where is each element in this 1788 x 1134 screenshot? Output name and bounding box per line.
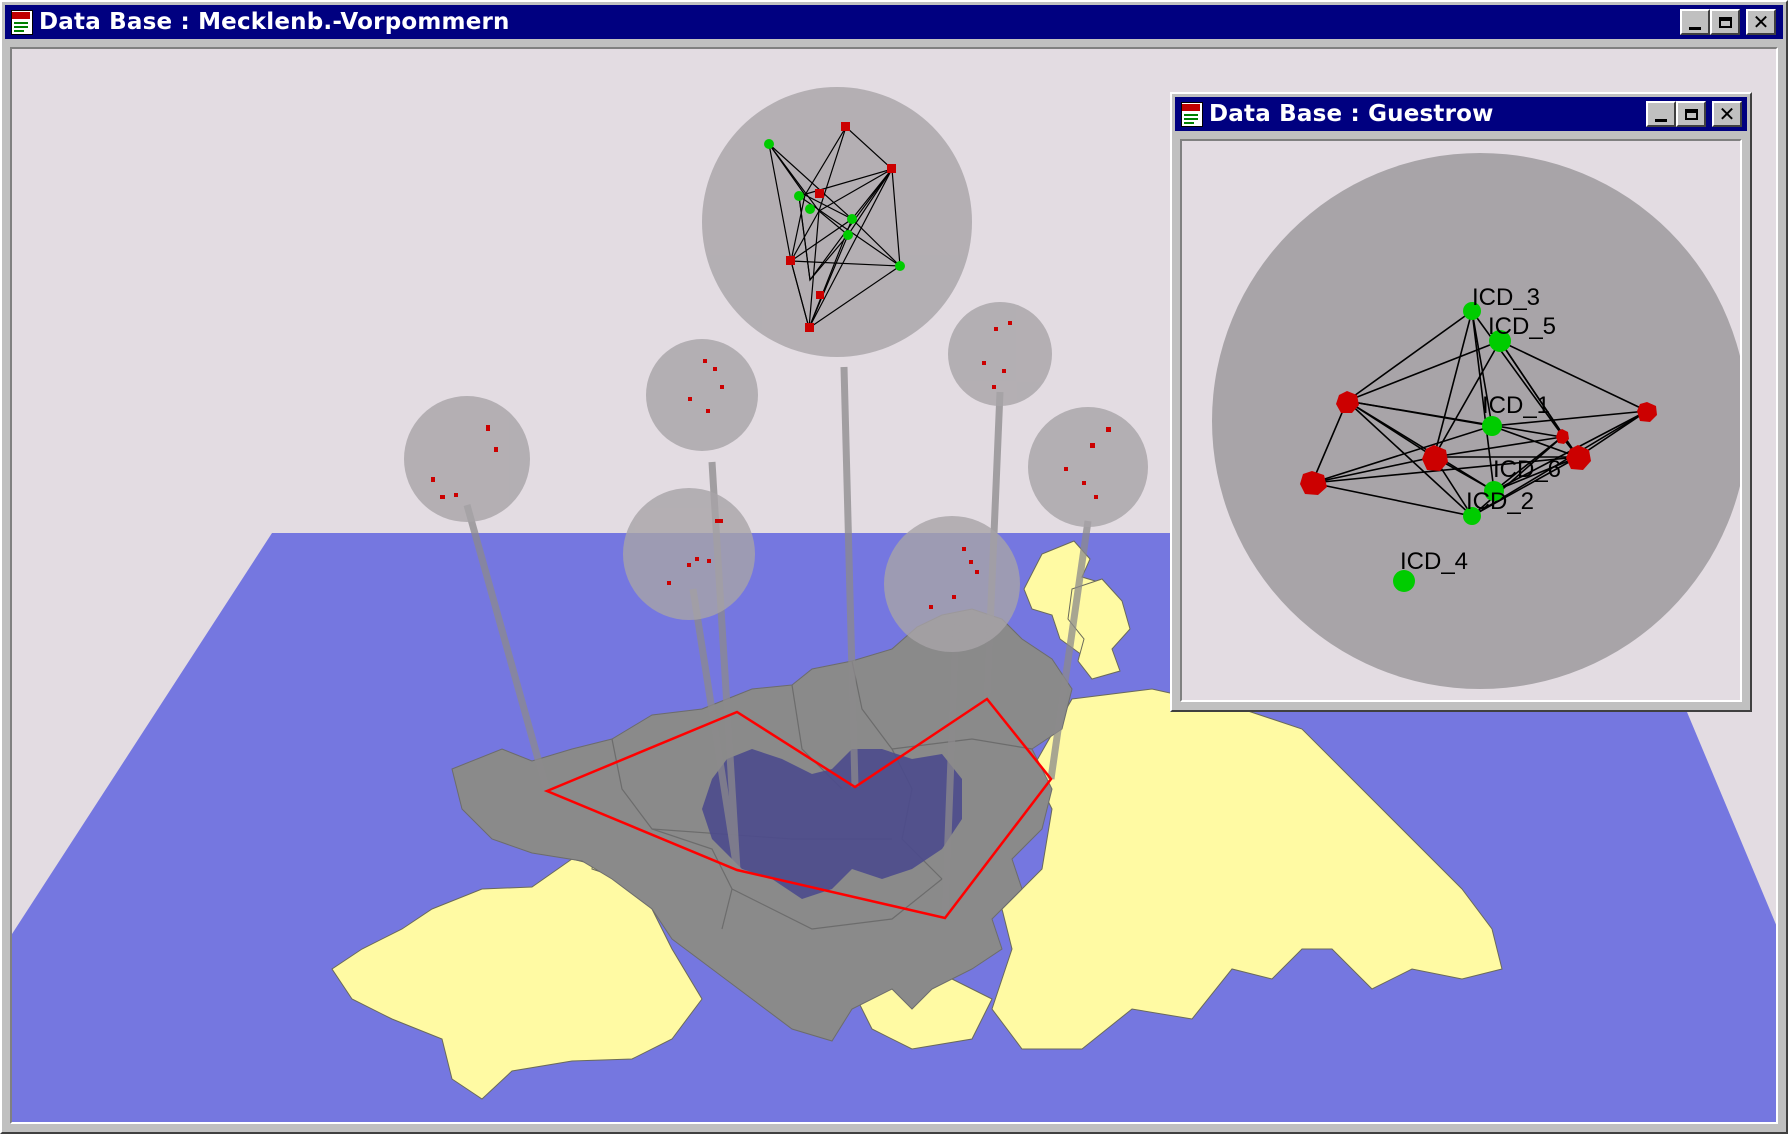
bubble-west[interactable] — [404, 396, 530, 522]
dok-document-icon[interactable] — [9, 9, 33, 35]
maximize-icon — [1684, 108, 1698, 120]
bubble-center-lower[interactable] — [884, 516, 1020, 652]
node-icd-1 — [1482, 416, 1502, 436]
sub-maximize-button[interactable] — [1676, 101, 1706, 127]
label-icd-2: ICD_2 — [1466, 488, 1534, 515]
bubble-right[interactable] — [1028, 407, 1148, 527]
sub-minimize-button[interactable] — [1646, 101, 1676, 127]
main-window-title: Data Base : Mecklenb.-Vorpommern — [39, 9, 510, 35]
bubble-right-upper[interactable] — [948, 302, 1052, 406]
sub-close-button[interactable]: ✕ — [1712, 101, 1742, 127]
main-title-bar[interactable]: Data Base : Mecklenb.-Vorpommern — [5, 5, 1783, 39]
bubble-left-lower[interactable] — [623, 488, 755, 620]
label-icd-1: ICD_1 — [1482, 392, 1550, 419]
sub-window-title: Data Base : Guestrow — [1209, 101, 1494, 127]
label-icd-4: ICD_4 — [1400, 548, 1468, 575]
dok-document-icon[interactable] — [1179, 101, 1203, 127]
maximize-icon — [1718, 16, 1732, 28]
bubble-left-upper[interactable] — [646, 339, 758, 451]
label-icd-3: ICD_3 — [1472, 284, 1540, 311]
label-icd-5: ICD_5 — [1488, 313, 1556, 340]
main-maximize-button[interactable] — [1710, 9, 1740, 35]
guestrow-graph-view[interactable]: ICD_3 ICD_5 ICD_1 ICD_6 ICD_2 ICD_4 — [1180, 139, 1742, 702]
main-minimize-button[interactable] — [1680, 9, 1710, 35]
label-icd-6: ICD_6 — [1493, 456, 1561, 483]
minimize-icon — [1655, 118, 1667, 122]
sub-window-guestrow[interactable]: Data Base : Guestrow ✕ ICD_3 ICD_5 ICD_1… — [1170, 92, 1752, 712]
close-icon: ✕ — [1752, 10, 1770, 34]
minimize-icon — [1689, 26, 1701, 30]
close-icon: ✕ — [1718, 102, 1736, 126]
main-close-button[interactable]: ✕ — [1746, 9, 1776, 35]
guestrow-bubble — [1212, 153, 1740, 689]
guestrow-graph[interactable]: ICD_3 ICD_5 ICD_1 ICD_6 ICD_2 ICD_4 — [1182, 141, 1742, 702]
